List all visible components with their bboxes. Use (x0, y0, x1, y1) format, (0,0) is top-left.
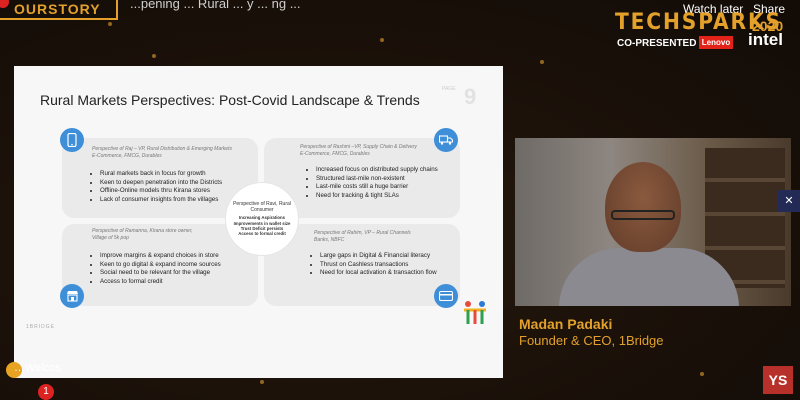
speaker-video[interactable] (515, 138, 791, 306)
quadrant-perspective: Perspective of Ramanna, Kirana store own… (92, 228, 193, 241)
speaker-face (605, 162, 681, 252)
yourstory-badge[interactable]: OURSTORY (0, 0, 118, 20)
glasses (611, 210, 675, 220)
list-item: Thrust on Cashless transactions (320, 261, 437, 270)
quadrant-bullets: Increased focus on distributed supply ch… (312, 166, 438, 200)
quadrant-bullets: Rural markets back in focus for growth K… (96, 170, 222, 204)
speaker-name: Madan Padaki (519, 316, 613, 332)
slide-footer: 1BRIDGE (26, 324, 55, 330)
list-item: Keen to go digital & expand income sourc… (100, 261, 221, 270)
quadrant-perspective: Perspective of Rashmi –VP, Supply Chain … (300, 144, 417, 157)
list-item: Access to formal credit (100, 278, 221, 287)
sparkle-icon (540, 60, 544, 64)
speaker-role: Founder & CEO, 1Bridge (519, 333, 664, 348)
list-item: Lack of consumer insights from the villa… (100, 196, 222, 205)
onebridge-logo-icon (464, 301, 486, 324)
live-dot-icon (0, 0, 9, 8)
list-item: Structured last-mile non-existent (316, 175, 438, 184)
presentation-slide: Rural Markets Perspectives: Post-Covid L… (14, 66, 503, 378)
center-item: Access to formal credit (238, 231, 286, 237)
quadrant-bullets: Improve margins & expand choices in stor… (96, 252, 221, 286)
slide-title: Rural Markets Perspectives: Post-Covid L… (40, 92, 420, 108)
center-perspective-circle: Perspective of Ravi, Rural Consumer Incr… (225, 182, 299, 256)
sparkle-icon (380, 38, 384, 42)
list-item: Last-mile costs still a huge barrier (316, 183, 438, 192)
intel-logo: intel (748, 30, 783, 49)
center-title: Perspective of Ravi, Rural Consumer (233, 201, 291, 214)
chat-user-label: …Welcos (14, 362, 61, 374)
ys-logo[interactable]: YS (763, 366, 793, 394)
sparkle-icon (700, 372, 704, 376)
mobile-phone-icon (60, 128, 84, 152)
delivery-truck-icon (434, 128, 458, 152)
list-item: Offline-Online models thru Kirana stores (100, 187, 222, 196)
page-label: PAGE (442, 86, 456, 92)
list-item: Large gaps in Digital & Financial litera… (320, 252, 437, 261)
list-item: Rural markets back in focus for growth (100, 170, 222, 179)
list-item: Improve margins & expand choices in stor… (100, 252, 221, 261)
quadrant-perspective: Perspective of Raj – VP, Rural Distribut… (92, 146, 232, 159)
sparkle-icon (152, 54, 156, 58)
list-item: Need for tracking & tight SLAs (316, 192, 438, 201)
list-item: Need for local activation & transaction … (320, 269, 437, 278)
video-title[interactable]: ...pening ... Rural ... y ... ng ... (130, 0, 301, 11)
lenovo-logo: Lenovo (699, 36, 733, 49)
sparkle-icon (260, 380, 264, 384)
page-number: 9 (464, 84, 477, 109)
list-item: Increased focus on distributed supply ch… (316, 166, 438, 175)
quadrant-bullets: Large gaps in Digital & Financial litera… (316, 252, 437, 278)
brand-badge-text: OURSTORY (14, 1, 101, 17)
notification-badge[interactable]: 1 (38, 384, 54, 400)
sparkle-icon (108, 22, 112, 26)
expand-arrow-icon[interactable]: ✕ (778, 190, 800, 212)
list-item: Keen to deepen penetration into the Dist… (100, 179, 222, 188)
bank-card-icon (434, 284, 458, 308)
quadrant-perspective: Perspective of Rahim, VP – Rural Channel… (314, 230, 411, 243)
store-icon (60, 284, 84, 308)
list-item: Social need to be relevant for the villa… (100, 269, 221, 278)
